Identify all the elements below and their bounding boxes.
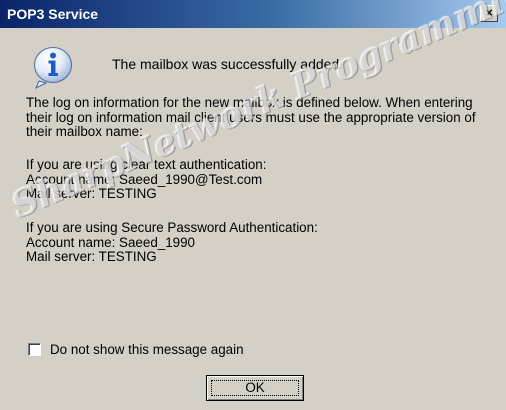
- section-heading: If you are using Secure Password Authent…: [26, 220, 318, 235]
- clear-text-auth-section: If you are using clear text authenticati…: [26, 157, 496, 202]
- headline-message: The mailbox was successfully added.: [112, 56, 344, 72]
- mail-server: Mail server: TESTING: [26, 249, 157, 264]
- ok-button[interactable]: OK: [206, 375, 304, 401]
- text-line: their log on information mail client use…: [26, 109, 476, 125]
- dont-show-again-option[interactable]: Do not show this message again: [28, 342, 244, 357]
- mailbox-info-paragraph: The log on information for the new mailb…: [26, 95, 496, 140]
- text-line: their mailbox name:: [26, 124, 143, 139]
- window-title: POP3 Service: [7, 6, 99, 22]
- dont-show-again-checkbox[interactable]: [28, 343, 41, 356]
- spa-auth-section: If you are using Secure Password Authent…: [26, 220, 496, 265]
- checkbox-label[interactable]: Do not show this message again: [50, 342, 244, 357]
- close-icon: ×: [485, 5, 493, 20]
- close-button[interactable]: ×: [480, 5, 498, 22]
- title-bar[interactable]: POP3 Service ×: [0, 0, 506, 28]
- account-name: Account name: Saeed_1990@Test.com: [26, 171, 263, 187]
- text-line: The log on information for the new mailb…: [26, 95, 473, 110]
- section-heading: If you are using clear text authenticati…: [26, 157, 267, 172]
- info-icon: [31, 45, 75, 90]
- account-name: Account name: Saeed_1990: [26, 234, 195, 250]
- focus-rectangle: [211, 380, 299, 396]
- mail-server: Mail server: TESTING: [26, 186, 157, 201]
